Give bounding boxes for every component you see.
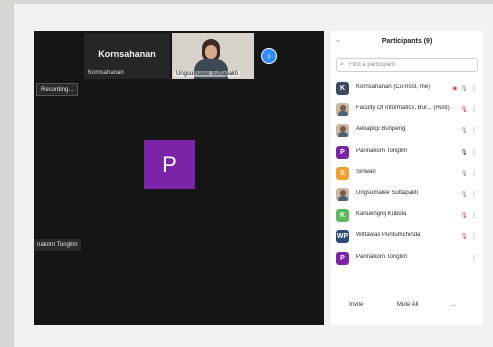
more-options-button[interactable]: ... [451,299,457,311]
more-icon[interactable]: ⋮ [471,168,477,180]
more-icon[interactable]: ⋮ [471,231,477,243]
tile-display-name: Kornsahanan [98,49,156,59]
participant-avatar [336,103,349,117]
participant-status-icons: 🎙 ⋮ [460,210,477,222]
participant-status-icons: 🎙 ⋮ [460,231,477,243]
participant-search-box[interactable]: ⌕ [336,58,478,72]
participant-status-icons: 🎙 ⋮ [460,189,477,201]
more-icon[interactable]: ⋮ [471,147,477,159]
participant-row[interactable]: Aekapop Bunpeng 🎙 ⋮ [331,121,483,142]
video-tile-kornsahanan[interactable]: Kornsahanan Kornsahanan [84,33,170,79]
participant-name: Kornsahanan (Co-host, me) [356,84,431,90]
participant-row[interactable]: K Kanuengnij Kubola 🎙 ⋮ [331,206,483,227]
participant-avatar [336,124,349,138]
participant-status-icons: 🎙 ⋮ [460,104,477,116]
participant-row[interactable]: WP Wittawas Puntumchinda 🎙 ⋮ [331,227,483,248]
microphone-muted-icon: 🎙 [460,213,468,220]
participants-title: Participants (9) [381,38,433,45]
participant-name: Wittawas Puntumchinda [356,232,421,239]
participant-row[interactable]: P Pannakorn Tonglim 🎙 ⋮ [331,143,483,164]
participant-name: Faculty Of Informatics, Bur... (Host) [356,105,450,112]
participant-name: Pannakorn Tonglim [356,147,408,154]
participant-avatar: WP [336,230,349,244]
microphone-icon: 🎙 [460,170,468,177]
recording-icon: ◉ [452,86,458,92]
participant-name: Aekapop Bunpeng [356,126,406,133]
avatar-photo-body [338,111,348,117]
participant-avatar: K [336,209,349,223]
next-page-arrow-icon[interactable]: › [261,48,277,64]
participants-footer: Invite Mute All ... [331,297,483,313]
participant-row[interactable]: Faculty Of Informatics, Bur... (Host) 🎙 ⋮ [331,100,483,121]
participant-row[interactable]: Ungsumalee Suttapakti 🎙 ⋮ [331,185,483,206]
microphone-muted-icon: 🎙 [460,234,468,241]
participant-name: Siriwan [356,168,376,175]
microphone-icon: 🎙 [460,128,468,135]
more-icon[interactable]: ⋮ [471,210,477,222]
tile-name-label: Ungsumalee Suttapakti [174,71,241,77]
search-icon: ⌕ [340,61,344,68]
participant-name: Ungsumalee Suttapakti [356,189,419,196]
more-icon[interactable]: ⋮ [471,83,477,95]
avatar-photo-body [338,132,348,138]
participant-avatar: K [336,82,349,95]
participant-status-icons: ◉ 🎙 ⋮ [452,83,477,95]
more-icon[interactable]: ⋮ [471,253,477,265]
mute-all-button[interactable]: Mute All [397,299,419,311]
participants-panel: ⌄ Participants (9) ⌕ K Kornsahanan (Co-ho… [331,31,483,325]
more-icon[interactable]: ⋮ [471,104,477,116]
more-icon[interactable]: ⋮ [471,189,477,201]
participant-name: Pannakorn Tonglim [356,253,408,260]
recording-indicator[interactable]: Recording... [36,83,79,96]
participant-row[interactable]: K Kornsahanan (Co-host, me) ◉ 🎙 ⋮ [331,79,483,100]
microphone-muted-icon: 🎙 [460,107,468,114]
video-tile-ungsumalee[interactable]: Ungsumalee Suttapakti [172,33,254,79]
participant-list: K Kornsahanan (Co-host, me) ◉ 🎙 ⋮ Faculty Of … [331,79,483,270]
participant-name: Kanuengnij Kubola [356,211,407,218]
participant-status-icons: 🎙 ⋮ [460,147,477,159]
participant-row[interactable]: S Siriwan 🎙 ⋮ [331,164,483,185]
participant-avatar [336,187,349,201]
video-person-face [205,45,217,59]
participant-status-icons: 🎙 ⋮ [460,168,477,180]
participant-avatar: S [336,166,349,180]
participant-status-icons: 🎙 ⋮ [460,125,477,137]
microphone-icon: 🎙 [460,86,468,92]
microphone-icon: 🎙 [460,191,468,198]
participant-search-input[interactable] [349,60,475,70]
invite-button[interactable]: Invite [349,299,364,311]
participant-row[interactable]: P Pannakorn Tonglim ⋮ [331,249,483,270]
participant-avatar: P [336,251,349,265]
active-speaker-name-tag: nakorn Tonglim [34,239,81,251]
avatar-photo-body [338,195,348,201]
tile-name-label: Kornsahanan [88,70,124,76]
microphone-active-icon: 🎙 [460,149,468,156]
participant-avatar: P [336,145,349,159]
participants-header: ⌄ Participants (9) [331,31,483,53]
participant-status-icons: ⋮ [471,253,477,265]
active-speaker-avatar: P [144,140,195,189]
more-icon[interactable]: ⋮ [471,125,477,137]
